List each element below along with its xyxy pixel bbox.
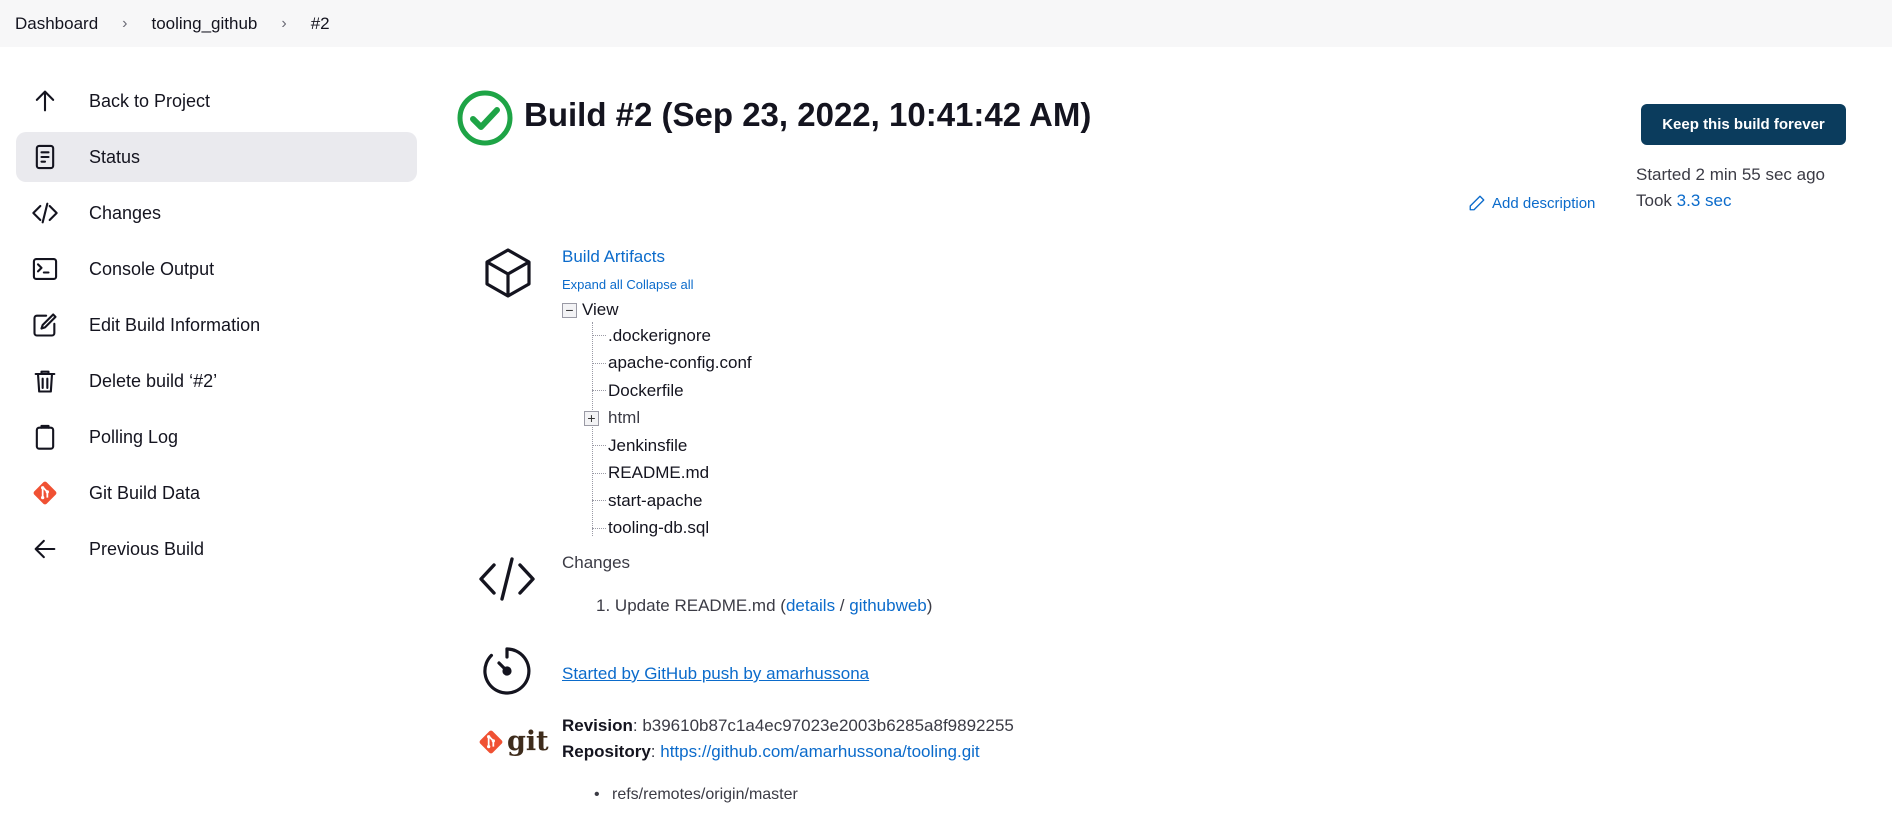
arrow-up-icon [30, 86, 60, 116]
breadcrumb-project[interactable]: tooling_github [152, 14, 258, 34]
file-link[interactable]: tooling-db.sql [608, 518, 709, 538]
breadcrumb-separator-icon: › [122, 14, 128, 32]
keep-build-forever-button[interactable]: Keep this build forever [1641, 104, 1846, 145]
sidebar: Back to Project Status Changes Console O… [16, 76, 417, 580]
revision-label: Revision [562, 716, 633, 735]
git-icon [30, 478, 60, 508]
expand-toggle-icon[interactable]: + [584, 410, 599, 426]
edit-icon [30, 310, 60, 340]
change-message: Update README.md [614, 596, 776, 615]
breadcrumb-separator-icon: › [281, 14, 287, 32]
change-details-link[interactable]: details [786, 596, 835, 615]
terminal-icon [30, 254, 60, 284]
document-icon [30, 142, 60, 172]
change-githubweb-link[interactable]: githubweb [849, 596, 927, 615]
cause-link[interactable]: Started by GitHub push by amarhussona [562, 664, 869, 684]
tree-file-item: apache-config.conf [592, 350, 752, 378]
revision-value: b39610b87c1a4ec97023e2003b6285a8f9892255 [642, 716, 1014, 735]
sidebar-item-label: Delete build ‘#2’ [89, 370, 218, 391]
sidebar-item-status[interactable]: Status [16, 132, 417, 182]
tree-children: .dockerignore apache-config.conf Dockerf… [584, 322, 752, 543]
git-logo: git [477, 726, 549, 757]
sidebar-item-previous-build[interactable]: Previous Build [16, 524, 417, 574]
arrow-left-icon [30, 534, 60, 564]
changes-title: Changes [562, 553, 631, 572]
trash-icon [30, 366, 60, 396]
sidebar-item-label: Console Output [89, 258, 215, 279]
took-label: Took [1636, 191, 1677, 210]
sidebar-item-label: Status [89, 146, 141, 167]
tree-file-item: start-apache [592, 487, 752, 515]
git-logo-text: git [507, 726, 549, 757]
git-repository: Repository: https://github.com/amarhusso… [562, 742, 980, 761]
breadcrumb: Dashboard › tooling_github › #2 [0, 0, 1892, 47]
tree-file-item: README.md [592, 460, 752, 488]
git-diamond-icon [479, 730, 503, 753]
code-icon [30, 198, 60, 228]
sidebar-item-changes[interactable]: Changes [16, 188, 417, 238]
tree-file-item: Jenkinsfile [592, 432, 752, 460]
breadcrumb-dashboard[interactable]: Dashboard [15, 14, 98, 34]
build-duration: Took 3.3 sec [1636, 191, 1731, 211]
sidebar-item-edit-build-information[interactable]: Edit Build Information [16, 300, 417, 350]
sidebar-item-delete-build[interactable]: Delete build ‘#2’ [16, 356, 417, 406]
file-link[interactable]: Dockerfile [608, 381, 684, 401]
tree-folder-item: + html [584, 405, 752, 433]
collapse-all-link[interactable]: Collapse all [626, 277, 693, 292]
sidebar-item-label: Previous Build [89, 538, 205, 559]
tree-root: − View [562, 298, 752, 322]
sidebar-item-label: Back to Project [89, 90, 211, 111]
git-revision: Revision: b39610b87c1a4ec97023e2003b6285… [562, 716, 1014, 735]
breadcrumb-build[interactable]: #2 [311, 14, 330, 34]
file-link[interactable]: Jenkinsfile [608, 436, 687, 456]
code-icon [478, 556, 536, 602]
tree-file-item: .dockerignore [592, 322, 752, 350]
repository-label: Repository [562, 742, 651, 761]
clipboard-icon [30, 422, 60, 452]
tree-file-item: tooling-db.sql [592, 515, 752, 543]
tree-root-label: View [582, 300, 619, 319]
sidebar-item-polling-log[interactable]: Polling Log [16, 412, 417, 462]
build-artifacts-link[interactable]: Build Artifacts [562, 247, 665, 267]
file-link[interactable]: README.md [608, 463, 709, 483]
collapse-toggle-icon[interactable]: − [562, 302, 577, 318]
add-description-label: Add description [1492, 194, 1596, 212]
sidebar-item-git-build-data[interactable]: Git Build Data [16, 468, 417, 518]
package-icon [482, 247, 534, 299]
sidebar-item-console-output[interactable]: Console Output [16, 244, 417, 294]
sidebar-item-label: Edit Build Information [89, 314, 261, 335]
build-started-time: Started 2 min 55 sec ago [1636, 165, 1826, 184]
git-ref-item: refs/remotes/origin/master [594, 786, 798, 804]
expand-all-link[interactable]: Expand all [562, 277, 623, 292]
change-number: 1. [596, 596, 611, 615]
add-description-link[interactable]: Add description [1468, 194, 1595, 212]
changes-list: 1. Update README.md (details / githubweb… [596, 596, 933, 615]
file-link[interactable]: apache-config.conf [608, 353, 752, 373]
sidebar-item-label: Polling Log [89, 426, 179, 447]
tree-expand-controls: Expand all Collapse all [562, 277, 694, 292]
sidebar-item-label: Changes [89, 202, 162, 223]
file-link[interactable]: start-apache [608, 491, 703, 511]
folder-label[interactable]: html [608, 408, 640, 428]
timer-icon [481, 645, 533, 697]
pencil-icon [1469, 195, 1485, 211]
file-link[interactable]: .dockerignore [608, 326, 711, 346]
success-check-icon [457, 90, 513, 146]
artifacts-tree: − View .dockerignore apache-config.conf … [562, 298, 752, 542]
repository-link[interactable]: https://github.com/amarhussona/tooling.g… [660, 742, 979, 761]
sidebar-item-back-to-project[interactable]: Back to Project [16, 76, 417, 126]
page-title: Build #2 (Sep 23, 2022, 10:41:42 AM) [524, 96, 1092, 133]
tree-file-item: Dockerfile [592, 377, 752, 405]
duration-link[interactable]: 3.3 sec [1677, 191, 1732, 210]
sidebar-item-label: Git Build Data [89, 482, 201, 503]
